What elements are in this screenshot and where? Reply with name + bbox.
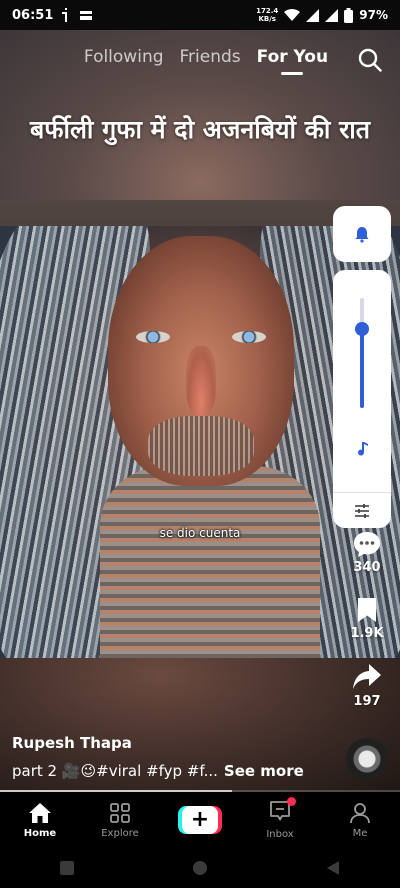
bookmark-icon[interactable] xyxy=(354,596,380,624)
nav-inbox-label: Inbox xyxy=(266,829,294,840)
nav-me-label: Me xyxy=(352,827,368,839)
post-description: part 2 🎥😉#viral #fyp #f... See more xyxy=(12,762,304,780)
tab-following[interactable]: Following xyxy=(84,47,164,73)
bookmark-count: 1.9K xyxy=(350,626,384,641)
inbox-icon-wrap xyxy=(268,797,296,829)
nav-inbox[interactable]: Inbox xyxy=(250,797,310,840)
signal-icon-2 xyxy=(325,8,339,22)
inbox-notification-badge xyxy=(287,797,296,806)
tab-friends[interactable]: Friends xyxy=(180,47,241,73)
tune-icon[interactable] xyxy=(353,502,371,520)
music-note-icon xyxy=(358,442,368,456)
volume-thumb[interactable] xyxy=(355,321,369,336)
music-disc[interactable] xyxy=(346,738,388,780)
home-circle-icon[interactable] xyxy=(192,860,208,876)
profile-icon xyxy=(350,802,370,823)
tab-for-you[interactable]: For You xyxy=(257,47,328,75)
nav-home[interactable]: Home xyxy=(10,802,70,839)
storage-icon xyxy=(80,11,93,20)
share-count: 197 xyxy=(353,694,381,709)
recents-icon[interactable] xyxy=(59,860,75,876)
status-time: 06:51 xyxy=(12,7,54,23)
nav-explore[interactable]: Explore xyxy=(90,802,150,839)
eye-left xyxy=(136,331,170,343)
comment-action[interactable]: 340 xyxy=(346,530,388,575)
post-description-text: part 2 🎥😉#viral #fyp #f... xyxy=(12,762,218,780)
search-icon[interactable] xyxy=(358,48,382,72)
home-icon xyxy=(29,802,51,823)
nav-me[interactable]: Me xyxy=(330,802,390,839)
battery-percent: 97% xyxy=(359,8,388,22)
ringer-button[interactable] xyxy=(333,206,391,262)
eye-right xyxy=(232,331,266,343)
volume-panel-divider xyxy=(333,492,391,493)
system-nav-bar xyxy=(0,848,400,888)
old-man-face xyxy=(108,236,294,486)
knitted-scarf xyxy=(100,466,320,658)
network-speed: 172.4 KB/s xyxy=(256,7,278,23)
top-nav: Following Friends For You xyxy=(0,38,400,82)
feed-tabs: Following Friends For You xyxy=(0,47,400,75)
comment-count: 340 xyxy=(353,560,381,575)
status-bar: 06:51 172.4 KB/s 97% xyxy=(0,0,400,30)
author-name[interactable]: Rupesh Thapa xyxy=(12,734,132,752)
nav-explore-label: Explore xyxy=(101,827,139,839)
explore-icon xyxy=(110,802,130,823)
back-icon[interactable] xyxy=(325,860,341,876)
volume-slider[interactable] xyxy=(333,270,391,528)
beard xyxy=(148,416,254,476)
video-overlay-title: बर्फीली गुफा में दो अजनबियों की रात xyxy=(29,115,371,144)
bottom-nav: Home Explore + Inbox Me xyxy=(0,792,400,848)
share-action[interactable]: 197 xyxy=(346,662,388,709)
share-icon[interactable] xyxy=(351,662,383,692)
wifi-icon xyxy=(284,8,301,21)
create-plus-icon: + xyxy=(178,806,222,834)
volume-track xyxy=(360,298,364,408)
nav-create[interactable]: + xyxy=(170,806,230,834)
signal-info-icon xyxy=(62,8,68,22)
see-more-link[interactable]: See more xyxy=(224,762,304,780)
bell-icon xyxy=(355,227,369,243)
signal-icon xyxy=(306,8,320,22)
video-caption: se dio cuenta xyxy=(159,526,241,540)
volume-panel xyxy=(333,206,391,528)
network-speed-value: 172.4 xyxy=(256,7,279,15)
volume-track-fill xyxy=(360,328,364,408)
nav-home-label: Home xyxy=(23,827,57,839)
nose xyxy=(186,346,216,416)
battery-icon xyxy=(344,7,354,23)
comment-icon[interactable] xyxy=(352,530,382,558)
network-speed-unit: KB/s xyxy=(258,15,276,23)
bookmark-action[interactable]: 1.9K xyxy=(346,596,388,641)
